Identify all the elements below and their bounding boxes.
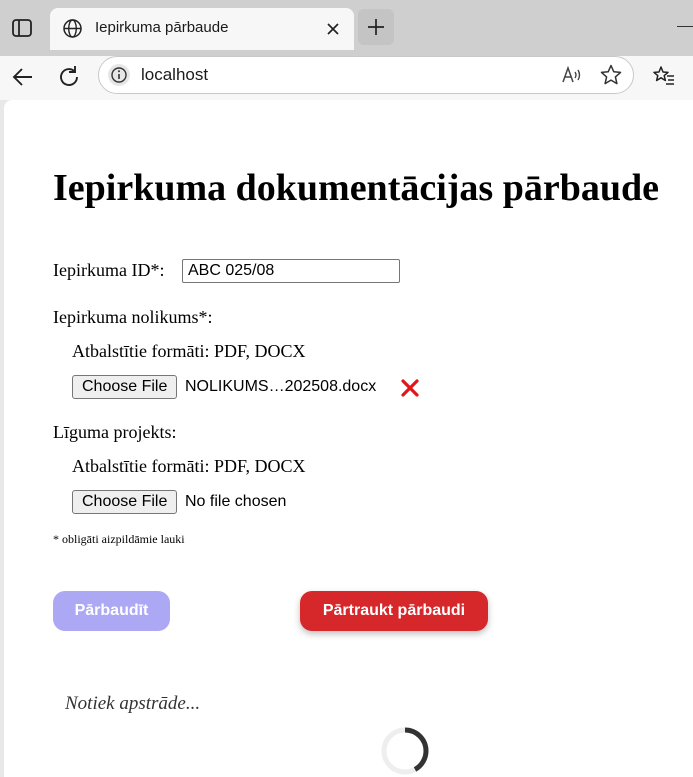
stop-check-button[interactable]: Pārtraukt pārbaudi [300,591,488,631]
procurement-id-input[interactable] [182,259,400,283]
info-icon[interactable] [108,64,130,86]
plus-icon [368,19,384,35]
regulations-choose-file-button[interactable]: Choose File [72,375,178,399]
contract-formats-hint: Atbalstītie formāti: PDF, DOCX [72,456,306,476]
procurement-id-label: Iepirkuma ID*: [53,260,165,280]
sidebar-toggle-icon[interactable] [11,17,33,39]
back-arrow-icon[interactable] [10,64,36,90]
reload-icon[interactable] [56,64,82,90]
tab-active[interactable]: Iepirkuma pārbaude [50,8,354,50]
minimize-button[interactable] [677,26,693,27]
star-icon[interactable] [599,63,623,87]
page-viewport: Iepirkuma dokumentācijas pārbaude Iepirk… [4,100,693,777]
contract-file-name: No file chosen [185,493,287,510]
regulations-formats-hint: Atbalstītie formāti: PDF, DOCX [72,341,306,361]
regulations-file-name: NOLIKUMS…202508.docx [185,378,377,395]
tab-title: Iepirkuma pārbaude [95,19,229,36]
tab-strip: Iepirkuma pārbaude [0,0,693,56]
url-text[interactable]: localhost [141,65,208,85]
regulations-label: Iepirkuma nolikums*: [53,307,213,327]
processing-status: Notiek apstrāde... [65,693,201,714]
check-button[interactable]: Pārbaudīt [53,591,170,631]
address-bar[interactable]: localhost [98,56,634,94]
globe-icon [62,18,83,39]
close-icon[interactable] [324,20,342,38]
page-title: Iepirkuma dokumentācijas pārbaude [53,167,659,209]
browser-toolbar: localhost [0,56,693,100]
spinner-icon [380,726,430,776]
remove-x-icon[interactable] [400,378,420,398]
contract-choose-file-button[interactable]: Choose File [72,490,178,514]
required-fields-note: * obligāti aizpildāmie lauki [53,532,185,546]
contract-label: Līguma projekts: [53,422,177,442]
read-aloud-icon[interactable] [561,64,583,86]
new-tab-button[interactable] [358,9,394,45]
favorites-icon[interactable] [652,64,676,88]
